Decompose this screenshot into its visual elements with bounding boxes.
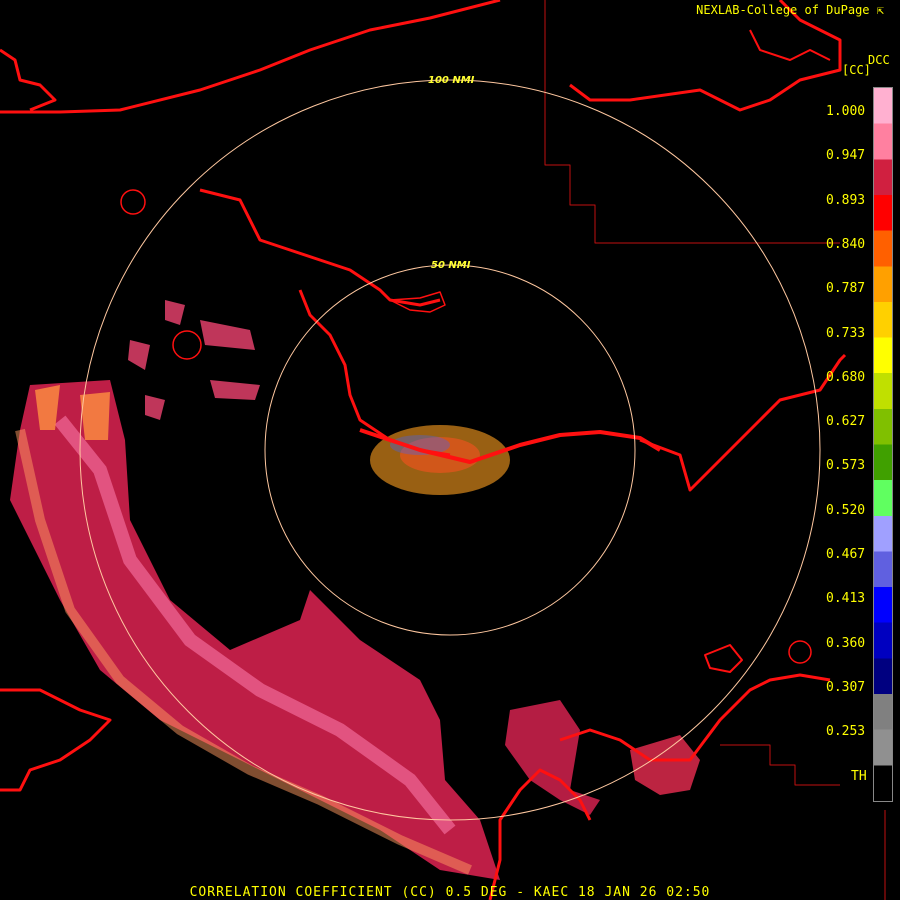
product-short-label: DCC bbox=[868, 53, 890, 67]
scale-label: 0.947 bbox=[826, 148, 866, 164]
coastline-north bbox=[0, 0, 501, 114]
admin-boundary-north bbox=[544, 0, 840, 244]
coastline-northwest bbox=[0, 48, 57, 112]
ring-label-100nmi: 100 NMI bbox=[428, 75, 475, 86]
units-label: [CC] bbox=[842, 63, 871, 77]
scale-label: 0.413 bbox=[826, 591, 866, 607]
scale-label: 0.307 bbox=[826, 679, 866, 695]
coastline-east bbox=[639, 353, 847, 492]
island-east bbox=[704, 644, 743, 673]
scale-label: 1.000 bbox=[826, 104, 866, 119]
radar-echoes bbox=[10, 300, 700, 880]
southeast-echo-cluster bbox=[630, 735, 700, 795]
admin-boundary-south bbox=[720, 744, 840, 786]
lake-east bbox=[788, 640, 812, 664]
scale-label: 0.787 bbox=[826, 281, 866, 297]
scale-label: 0.733 bbox=[826, 325, 866, 341]
credit-line: NEXLAB-College of DuPage ⇱ bbox=[696, 3, 884, 17]
lake-west-2 bbox=[172, 330, 202, 360]
scale-label: 0.573 bbox=[826, 458, 866, 474]
south-echo-cluster bbox=[505, 700, 600, 815]
radar-display: 100 NMI 50 NMI NEXLAB-College of DuPage … bbox=[0, 0, 900, 900]
ring-label-50nmi: 50 NMI bbox=[431, 260, 471, 271]
coastline-southeast bbox=[559, 673, 831, 762]
scale-label: TH bbox=[851, 768, 867, 784]
radar-map: 100 NMI 50 NMI bbox=[0, 0, 886, 900]
product-footer: CORRELATION COEFFICIENT (CC) 0.5 DEG - K… bbox=[189, 885, 711, 900]
northwest-echo-cluster bbox=[128, 300, 260, 420]
scale-label: 0.893 bbox=[826, 192, 866, 208]
coastline-southwest bbox=[0, 688, 112, 792]
arrow-icon: ⇱ bbox=[876, 3, 884, 17]
scale-label: 0.467 bbox=[826, 547, 866, 562]
lake-west bbox=[120, 189, 146, 215]
color-scale-bar bbox=[873, 87, 893, 802]
scale-label: 0.840 bbox=[826, 236, 866, 252]
scale-label: 0.360 bbox=[826, 635, 866, 651]
coastline-central bbox=[199, 188, 441, 307]
scale-label: 0.253 bbox=[826, 724, 866, 740]
scale-label: 0.627 bbox=[826, 414, 866, 430]
scale-label: 0.680 bbox=[826, 369, 866, 385]
credit-text: NEXLAB-College of DuPage bbox=[696, 3, 870, 17]
coastline-east-inlet bbox=[749, 29, 831, 61]
scale-label: 0.520 bbox=[826, 502, 866, 518]
coastline-south bbox=[488, 768, 592, 900]
